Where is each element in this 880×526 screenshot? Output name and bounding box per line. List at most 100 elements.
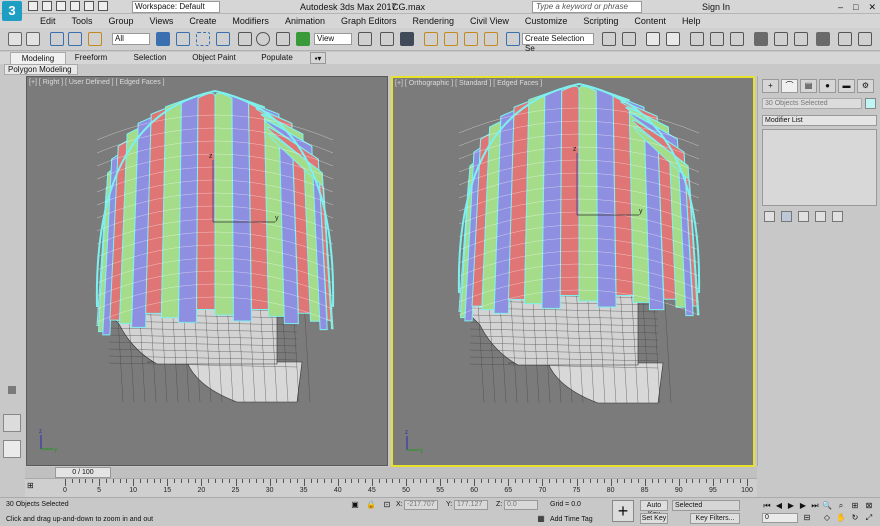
rendered-frame-window-icon[interactable] [794,32,808,46]
selection-lock-icon[interactable]: 🔒 [366,500,376,510]
isolate-selection-icon[interactable]: ▣ [350,500,360,510]
menu-help[interactable]: Help [674,14,709,28]
rotate-icon[interactable] [256,32,270,46]
add-time-tag[interactable]: Add Time Tag [550,516,593,523]
utilities-tab-icon[interactable]: ⚙ [857,79,874,93]
set-key-button[interactable]: Set Key [640,513,668,524]
time-slider[interactable]: 0 / 100 [55,467,111,478]
window-crossing-icon[interactable] [216,32,230,46]
object-color-swatch[interactable] [865,98,876,109]
x-coordinate-field[interactable]: -217.707 [404,500,438,510]
curve-editor-icon[interactable] [710,32,724,46]
show-end-result-icon[interactable] [781,211,792,222]
menu-civil-view[interactable]: Civil View [462,14,517,28]
percent-snap-icon[interactable] [464,32,478,46]
close-button[interactable]: ✕ [868,1,876,13]
menu-tools[interactable]: Tools [64,14,101,28]
next-frame-icon[interactable]: ▶ [798,501,808,511]
named-selection-dropdown[interactable]: Create Selection Se [522,33,594,53]
align-icon[interactable] [622,32,636,46]
tab-freeform[interactable]: Freeform [66,52,116,64]
undo-scene-icon[interactable] [8,32,22,46]
save-file-icon[interactable] [56,1,66,11]
set-keys-icon[interactable]: + [612,500,634,522]
menu-edit[interactable]: Edit [32,14,64,28]
field-of-view-icon[interactable]: ◇ [822,513,832,523]
absolute-mode-icon[interactable]: ⊡ [382,500,392,510]
selection-filter-dropdown[interactable]: All [112,33,150,45]
menu-content[interactable]: Content [626,14,674,28]
render-online-icon[interactable] [858,32,872,46]
select-object-icon[interactable] [156,32,170,46]
minimize-button[interactable]: – [838,1,843,13]
viewport-orthographic[interactable]: z y z y [+] [ Orthographic ] [ Standard ] [… [391,76,755,467]
time-tag-icon[interactable]: ▦ [536,514,546,524]
menu-animation[interactable]: Animation [277,14,333,28]
menu-group[interactable]: Group [101,14,142,28]
maximize-viewport-icon[interactable]: ⤢ [864,513,874,523]
pivot-center-icon[interactable] [358,32,372,46]
select-by-name-icon[interactable] [176,32,190,46]
bind-space-warp-icon[interactable] [88,32,102,46]
place-icon[interactable] [296,32,310,46]
maximize-button[interactable]: □ [853,1,858,13]
viewport-label[interactable]: [+] [ Orthographic ] [ Standard ] [ Edge… [395,80,542,87]
track-bar[interactable]: ⊞ 0 5 10 15 20 25 30 35 40 45 50 55 60 65 70 75 80 85 90 95… [25,478,757,497]
rectangular-selection-icon[interactable] [196,32,210,46]
modifier-list-dropdown[interactable]: Modifier List [762,115,877,126]
select-manipulate-icon[interactable] [380,32,394,46]
y-coordinate-field[interactable]: 177.127 [454,500,488,510]
display-tab-icon[interactable]: ▬ [838,79,855,93]
move-icon[interactable] [238,32,252,46]
open-file-icon[interactable] [42,1,52,11]
keyboard-shortcut-override-icon[interactable] [400,32,414,46]
mini-curve-editor-icon[interactable]: ⊞ [27,481,41,491]
menu-rendering[interactable]: Rendering [405,14,463,28]
menu-graph-editors[interactable]: Graph Editors [333,14,405,28]
hierarchy-tab-icon[interactable]: ▤ [800,79,817,93]
scroll-arrow-icon[interactable] [8,386,16,394]
previous-frame-icon[interactable]: ◀ [774,501,784,511]
edit-named-selection-icon[interactable] [506,32,520,46]
render-production-icon[interactable] [816,32,830,46]
tab-object-paint[interactable]: Object Paint [184,52,244,64]
modifier-stack[interactable] [762,129,877,206]
play-icon[interactable]: ▶ [786,501,796,511]
configure-modifier-sets-icon[interactable] [832,211,843,222]
z-coordinate-field[interactable]: 0.0 [504,500,538,510]
new-file-icon[interactable] [28,1,38,11]
scale-icon[interactable] [276,32,290,46]
key-mode-toggle-icon[interactable]: ⊟ [802,513,812,523]
workspace-dropdown[interactable]: Workspace: Default [132,1,220,13]
make-unique-icon[interactable] [798,211,809,222]
viewport-label[interactable]: [+] [ Right ] [ User Defined ] [ Edged F… [29,79,165,86]
modify-tab-icon[interactable]: ⌒ [781,79,798,93]
snaps-toggle-icon[interactable] [424,32,438,46]
menu-create[interactable]: Create [181,14,224,28]
create-tab-icon[interactable]: + [762,79,779,93]
tab-populate[interactable]: Populate [252,52,302,64]
pin-stack-icon[interactable] [764,211,775,222]
project-folder-icon[interactable] [98,1,108,11]
remove-modifier-icon[interactable] [815,211,826,222]
redo-icon[interactable] [84,1,94,11]
redo-scene-icon[interactable] [26,32,40,46]
menu-modifiers[interactable]: Modifiers [224,14,277,28]
render-setup-icon[interactable] [774,32,788,46]
app-logo-icon[interactable]: 3 [2,1,22,21]
go-to-end-icon[interactable]: ⏭ [810,501,820,511]
mirror-icon[interactable] [602,32,616,46]
viewport-layout-1-icon[interactable] [3,414,21,432]
search-input[interactable]: Type a keyword or phrase [532,1,642,13]
sign-in-button[interactable]: Sign In [702,1,730,13]
unlink-selection-icon[interactable] [68,32,82,46]
current-frame-field[interactable]: 0 [762,513,798,523]
zoom-all-icon[interactable]: ⌕ [836,501,846,511]
zoom-extents-all-icon[interactable]: ⊠ [864,501,874,511]
object-name-field[interactable]: 30 Objects Selected [762,98,862,109]
render-iterative-icon[interactable] [838,32,852,46]
material-editor-icon[interactable] [754,32,768,46]
menu-scripting[interactable]: Scripting [575,14,626,28]
auto-key-button[interactable]: Auto Key [640,500,668,518]
zoom-extents-icon[interactable]: ⊞ [850,501,860,511]
